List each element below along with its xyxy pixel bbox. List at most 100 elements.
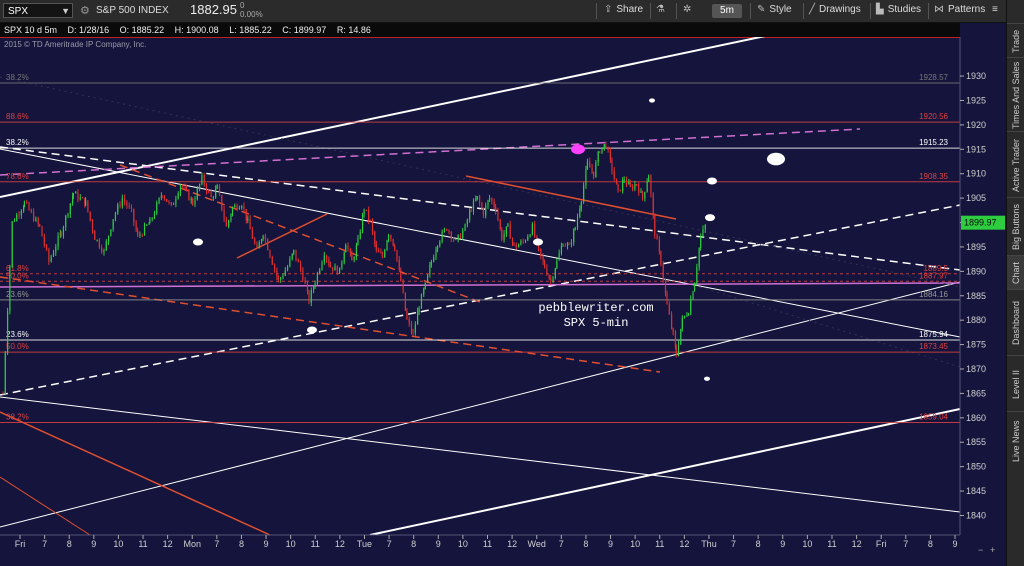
candle-body (365, 209, 367, 211)
candle-body (148, 223, 150, 225)
candle-body (112, 219, 114, 230)
fib-pct-label: 23.6% (6, 330, 29, 339)
candle-body (455, 239, 457, 241)
candle-body (704, 225, 706, 230)
candle-body (269, 250, 271, 258)
right-tab-dashboard[interactable]: Dashboard (1007, 289, 1024, 356)
candle-body (540, 248, 542, 256)
share-button[interactable]: ⇪ Share (604, 4, 643, 15)
right-tab-level-ii[interactable]: Level II (1007, 355, 1024, 412)
candle-body (478, 196, 481, 203)
studies-button[interactable]: ▙ Studies (876, 4, 921, 15)
candle-body (357, 238, 359, 245)
candle-body (404, 292, 406, 311)
candle-body (611, 159, 613, 171)
y-tick-label: 1870 (966, 364, 986, 374)
x-tick-label: 8 (239, 539, 244, 549)
candle-body (234, 205, 236, 208)
candle-body (105, 241, 107, 250)
candle-body (381, 253, 384, 257)
candle-body (558, 253, 560, 261)
candle-body (570, 242, 572, 244)
annotation-marker (767, 152, 785, 166)
candle-body (423, 288, 425, 295)
beaker-button[interactable]: ⚗ (656, 4, 669, 15)
menu-icon[interactable]: ≡ (992, 4, 998, 15)
gear-button[interactable]: ✲ (683, 4, 695, 15)
candle-body (681, 317, 683, 329)
candle-body (203, 174, 205, 185)
x-tick-label: Fri (15, 539, 26, 549)
candle-body (424, 282, 426, 289)
candle-body (446, 229, 448, 231)
candle-body (277, 276, 279, 280)
right-tab-chart[interactable]: Chart (1007, 255, 1024, 290)
candle-body (482, 208, 485, 216)
candle-body (511, 238, 514, 243)
candle-body (531, 223, 533, 235)
candle-body (390, 234, 392, 240)
candle-body (430, 261, 432, 265)
right-tab-trade[interactable]: Trade (1007, 23, 1024, 58)
candle-body (94, 230, 96, 241)
x-tick-label: 11 (311, 539, 320, 549)
candle-body (529, 234, 531, 237)
y-tick-label: 1880 (966, 315, 986, 325)
price-chart[interactable]: 2015 © TD Ameritrade IP Company, Inc. 38… (0, 37, 1006, 566)
right-tab-live-news[interactable]: Live News (1007, 411, 1024, 470)
candle-body (501, 228, 503, 240)
candle-body (72, 193, 74, 197)
candle-body (568, 243, 570, 245)
candle-body (133, 208, 135, 223)
right-tab-active-trader[interactable]: Active Trader (1007, 131, 1024, 198)
drawings-button[interactable]: ╱ Drawings (809, 4, 861, 15)
fib-value-label: 1915.23 (919, 138, 948, 147)
candle-body (199, 184, 201, 189)
candle-body (550, 278, 552, 282)
candle-body (273, 264, 276, 270)
candle-body (677, 344, 680, 356)
candle-body (515, 244, 517, 248)
candle-body (37, 218, 39, 225)
candle-body (349, 248, 351, 254)
right-tab-times-and-sales[interactable]: Times And Sales (1007, 57, 1024, 132)
x-tick-label: 8 (67, 539, 72, 549)
candle-body (201, 174, 203, 185)
candle-body (163, 196, 166, 199)
candle-body (583, 185, 585, 202)
patterns-button[interactable]: ⋈ Patterns (934, 4, 985, 15)
zoom-out-icon[interactable]: − (978, 545, 983, 555)
zoom-in-icon[interactable]: + (990, 545, 995, 555)
candle-body (334, 266, 336, 271)
candle-body (574, 227, 576, 230)
candle-body (114, 213, 117, 220)
candle-body (603, 144, 605, 148)
candle-body (341, 262, 343, 268)
candle-body (188, 189, 190, 201)
candle-body (686, 315, 688, 317)
candle-body (316, 273, 319, 284)
candle-body (39, 224, 41, 227)
aggregation-button[interactable]: 5m (712, 4, 742, 18)
chevron-down-icon[interactable]: ▼ (61, 4, 70, 19)
style-button[interactable]: ✎ Style (757, 4, 792, 15)
toolbar-divider (650, 3, 651, 19)
candle-body (450, 231, 452, 239)
candle-body (548, 275, 550, 279)
candle-body (124, 198, 126, 203)
fib-value-label: 1908.35 (919, 172, 948, 181)
candle-body (361, 214, 364, 232)
candle-body (435, 249, 437, 258)
candle-body (619, 189, 621, 191)
settings-icon[interactable]: ⚙ (80, 4, 90, 17)
candle-body (406, 310, 408, 320)
candle-body (518, 244, 520, 248)
candle-body (282, 275, 284, 278)
candle-body (192, 198, 194, 205)
symbol-input[interactable]: SPX ▼ (3, 3, 73, 18)
right-tab-big-buttons[interactable]: Big Buttons (1007, 197, 1024, 256)
candle-body (216, 185, 218, 189)
candle-body (646, 181, 648, 193)
candle-body (702, 229, 704, 237)
candle-body (251, 229, 253, 239)
